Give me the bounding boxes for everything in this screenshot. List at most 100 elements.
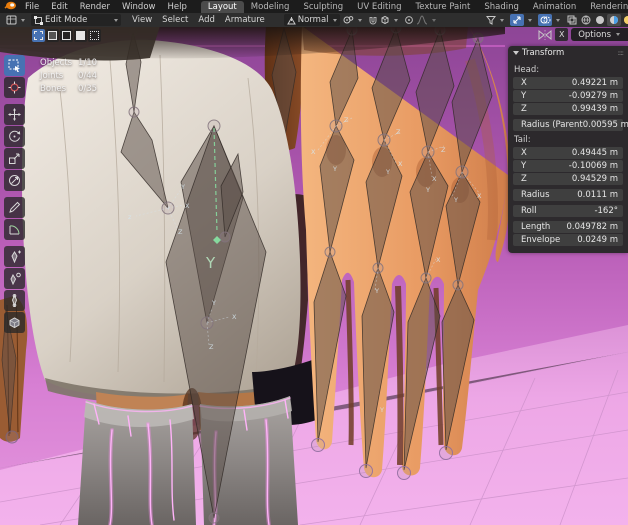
tool-select-box[interactable] [4, 55, 25, 76]
tab-sculpting[interactable]: Sculpting [296, 1, 350, 13]
select-mode-extend[interactable] [46, 29, 59, 42]
select-mode-intersect[interactable] [88, 29, 101, 42]
chevron-down-icon [500, 19, 504, 22]
xray-toggle[interactable] [565, 14, 579, 26]
menu-add[interactable]: Add [193, 15, 219, 25]
tool-move[interactable] [4, 104, 25, 125]
svg-text:Z: Z [209, 343, 214, 351]
tab-rendering[interactable]: Rendering [583, 1, 628, 13]
svg-text:X: X [232, 313, 237, 321]
shading-rendered-button[interactable] [621, 14, 628, 26]
tab-animation[interactable]: Animation [526, 1, 583, 13]
orientation-dropdown[interactable]: Normal [284, 14, 340, 26]
tool-bone-envelope[interactable] [4, 290, 25, 311]
tool-cursor[interactable] [4, 77, 25, 98]
mode-label: Edit Mode [45, 15, 87, 25]
select-mode-subtract[interactable] [60, 29, 73, 42]
tool-measure[interactable] [4, 219, 25, 240]
shading-solid-button[interactable] [593, 14, 607, 26]
workspace-tabs: Layout Modeling Sculpting UV Editing Tex… [201, 1, 628, 13]
menu-render[interactable]: Render [74, 2, 116, 12]
select-mode-invert[interactable] [74, 29, 87, 42]
svg-text:Y: Y [374, 287, 379, 295]
tool-extrude-to-cursor[interactable] [4, 268, 25, 289]
svg-text:Y: Y [385, 168, 390, 176]
tool-transform[interactable] [4, 170, 25, 191]
select-subtract-icon [62, 31, 71, 40]
menu-select[interactable]: Select [157, 15, 193, 25]
snap-magnet-icon [368, 15, 378, 25]
shading-material-button[interactable] [607, 14, 621, 26]
drag-handle-icon[interactable]: :::: [618, 49, 623, 57]
stat-bones-label: Bones [40, 83, 78, 96]
tab-uv-editing[interactable]: UV Editing [350, 1, 408, 13]
tab-modeling[interactable]: Modeling [244, 1, 297, 13]
chevron-down-icon [394, 19, 398, 22]
blender-window: File Edit Render Window Help Layout Mode… [0, 0, 628, 525]
snapping-group[interactable] [365, 14, 401, 26]
field-head-x[interactable]: X0.49221 m [513, 77, 623, 89]
show-overlays-icon[interactable] [538, 14, 552, 26]
svg-text:X: X [398, 160, 403, 168]
svg-text:X: X [477, 192, 482, 200]
chevron-down-icon [432, 19, 436, 22]
editor-type-button[interactable] [3, 14, 28, 26]
field-head-z[interactable]: Z0.99439 m [513, 103, 623, 115]
stat-objects-label: Objects [40, 57, 78, 70]
menu-view[interactable]: View [127, 15, 157, 25]
mirror-x-toggle[interactable]: X [555, 28, 568, 41]
svg-text:Z: Z [396, 128, 401, 136]
overlays-toggle-group[interactable] [535, 14, 563, 26]
chevron-down-icon [333, 19, 337, 22]
proportional-editing-group[interactable] [401, 14, 439, 26]
editor-type-icon [6, 15, 17, 25]
field-tail-z[interactable]: Z0.94529 m [513, 173, 623, 185]
menu-edit[interactable]: Edit [45, 2, 73, 12]
snap-target-icon [380, 15, 390, 25]
show-gizmo-icon[interactable] [510, 14, 524, 26]
menu-help[interactable]: Help [161, 2, 192, 12]
svg-text:Y: Y [379, 406, 384, 414]
mode-dropdown[interactable]: Edit Mode [31, 14, 121, 26]
field-tail-radius[interactable]: Radius0.0111 m [513, 189, 623, 201]
pivot-icon [343, 15, 354, 25]
proportional-icon [404, 15, 414, 25]
falloff-curve-icon [416, 15, 428, 25]
chevron-down-icon [556, 19, 560, 22]
field-tail-y[interactable]: Y-0.10069 m [513, 160, 623, 172]
select-extend-icon [48, 31, 57, 40]
select-mode-set[interactable] [32, 29, 45, 42]
field-roll[interactable]: Roll-162° [513, 205, 623, 217]
menu-file[interactable]: File [19, 2, 45, 12]
options-button[interactable]: Options [571, 28, 628, 41]
topbar: File Edit Render Window Help Layout Mode… [0, 0, 628, 13]
tab-texture-paint[interactable]: Texture Paint [409, 1, 478, 13]
tab-shading[interactable]: Shading [477, 1, 526, 13]
blender-logo-icon[interactable] [4, 0, 17, 14]
tool-annotate[interactable] [4, 197, 25, 218]
menu-window[interactable]: Window [116, 2, 162, 12]
field-length[interactable]: Length0.049782 m [513, 221, 623, 233]
field-envelope[interactable]: Envelope0.0249 m [513, 234, 623, 246]
object-type-filter-button[interactable] [483, 14, 507, 26]
field-head-y[interactable]: Y-0.09279 m [513, 90, 623, 102]
shading-wireframe-button[interactable] [579, 14, 593, 26]
chevron-down-icon [616, 33, 620, 36]
svg-text:X: X [436, 256, 441, 264]
field-tail-x[interactable]: X0.49445 m [513, 147, 623, 159]
tool-rotate[interactable] [4, 126, 25, 147]
tab-layout[interactable]: Layout [201, 1, 244, 13]
svg-text:X: X [432, 175, 437, 183]
gizmo-toggle-group[interactable] [507, 14, 535, 26]
svg-text:Z: Z [178, 228, 183, 236]
tool-add-primitive[interactable] [4, 312, 25, 333]
field-head-radius[interactable]: Radius (Parent0.00595 m [513, 119, 623, 131]
transform-panel-body: Head: X0.49221 m Y-0.09279 m Z0.99439 m … [508, 60, 628, 253]
tool-extrude-bone[interactable] [4, 246, 25, 267]
boots-mesh[interactable] [78, 396, 298, 525]
tool-scale[interactable] [4, 148, 25, 169]
orientation-icon [287, 16, 296, 25]
menu-armature[interactable]: Armature [220, 15, 270, 25]
transform-panel-header[interactable]: Transform :::: [508, 46, 628, 60]
pivot-point-button[interactable] [340, 14, 365, 26]
